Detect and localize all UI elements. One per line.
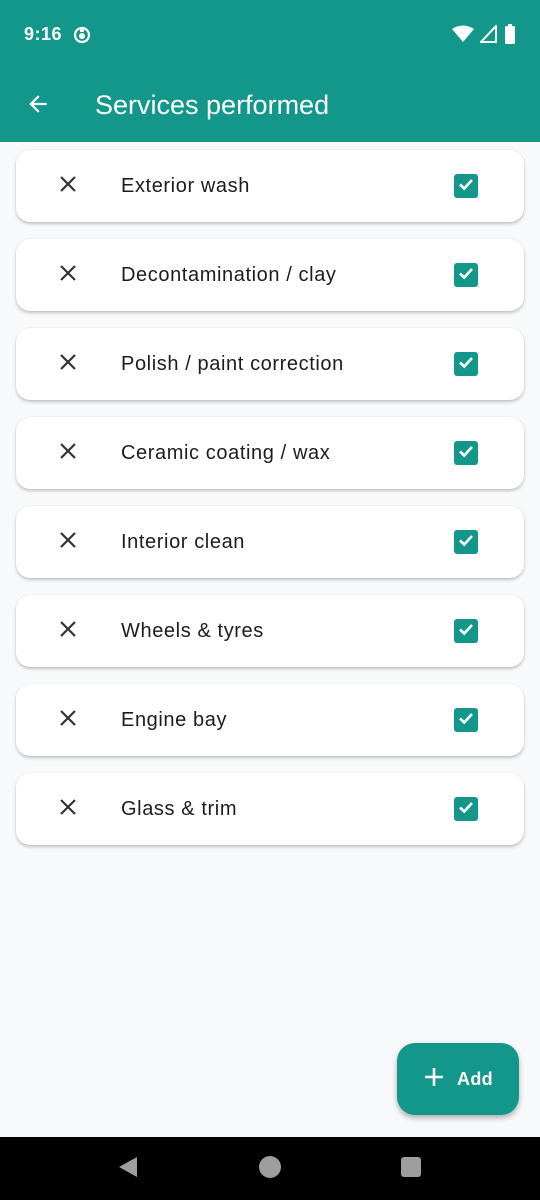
checkmark-icon [456, 174, 476, 199]
nav-home-icon [258, 1155, 282, 1184]
close-icon [59, 798, 77, 821]
checkmark-icon [456, 352, 476, 377]
wifi-icon [452, 25, 474, 48]
remove-service-button[interactable] [48, 433, 88, 473]
service-label: Wheels & tyres [121, 620, 264, 642]
remove-service-button[interactable] [48, 344, 88, 384]
service-card: Exterior wash [16, 150, 524, 222]
close-icon [59, 709, 77, 732]
service-checkbox[interactable] [454, 619, 478, 643]
checkmark-icon [456, 263, 476, 288]
service-label: Decontamination / clay [121, 264, 337, 286]
remove-service-button[interactable] [48, 166, 88, 206]
status-bar: 9:16 [0, 0, 540, 70]
service-label: Interior clean [121, 531, 246, 553]
status-time: 9:16 [24, 24, 63, 44]
remove-service-button[interactable] [48, 611, 88, 651]
service-card: Wheels & tyres [16, 595, 524, 667]
close-icon [59, 353, 77, 376]
service-card: Engine bay [16, 684, 524, 756]
plus-icon [423, 1066, 445, 1093]
back-button[interactable] [18, 86, 58, 126]
service-card: Polish / paint correction [16, 328, 524, 400]
service-checkbox[interactable] [454, 174, 478, 198]
nav-home-button[interactable] [258, 1155, 282, 1184]
cell-signal-icon [478, 23, 498, 48]
checkmark-icon [456, 441, 476, 466]
remove-service-button[interactable] [48, 255, 88, 295]
service-card: Glass & trim [16, 773, 524, 845]
remove-service-button[interactable] [48, 522, 88, 562]
system-nav-bar [0, 1137, 540, 1200]
service-checkbox[interactable] [454, 530, 478, 554]
checkmark-icon [456, 530, 476, 555]
add-service-button[interactable]: Add [397, 1043, 519, 1115]
page-title: Services performed [95, 90, 330, 120]
service-checkbox[interactable] [454, 263, 478, 287]
service-card: Ceramic coating / wax [16, 417, 524, 489]
nav-recents-button[interactable] [399, 1156, 423, 1183]
service-card: Interior clean [16, 506, 524, 578]
close-icon [59, 620, 77, 643]
service-label: Exterior wash [121, 175, 250, 197]
nav-back-icon [117, 1155, 139, 1184]
app-bar: Services performed [0, 70, 540, 142]
app-notification-icon [72, 25, 92, 45]
service-checkbox[interactable] [454, 708, 478, 732]
service-label: Polish / paint correction [121, 353, 344, 375]
arrow-back-icon [25, 91, 51, 122]
service-label: Glass & trim [121, 798, 238, 820]
service-label: Engine bay [121, 709, 228, 731]
close-icon [59, 442, 77, 465]
service-checkbox[interactable] [454, 441, 478, 465]
service-card: Decontamination / clay [16, 239, 524, 311]
checkmark-icon [456, 797, 476, 822]
nav-back-button[interactable] [116, 1155, 140, 1184]
services-list: Exterior wash Decontamination / clay Pol… [16, 150, 524, 862]
service-checkbox[interactable] [454, 352, 478, 376]
add-button-label: Add [457, 1068, 493, 1089]
close-icon [59, 531, 77, 554]
battery-icon [504, 24, 516, 49]
remove-service-button[interactable] [48, 700, 88, 740]
service-checkbox[interactable] [454, 797, 478, 821]
checkmark-icon [456, 708, 476, 733]
service-label: Ceramic coating / wax [121, 442, 331, 464]
nav-recents-icon [400, 1156, 422, 1183]
remove-service-button[interactable] [48, 789, 88, 829]
close-icon [59, 175, 77, 198]
checkmark-icon [456, 619, 476, 644]
close-icon [59, 264, 77, 287]
